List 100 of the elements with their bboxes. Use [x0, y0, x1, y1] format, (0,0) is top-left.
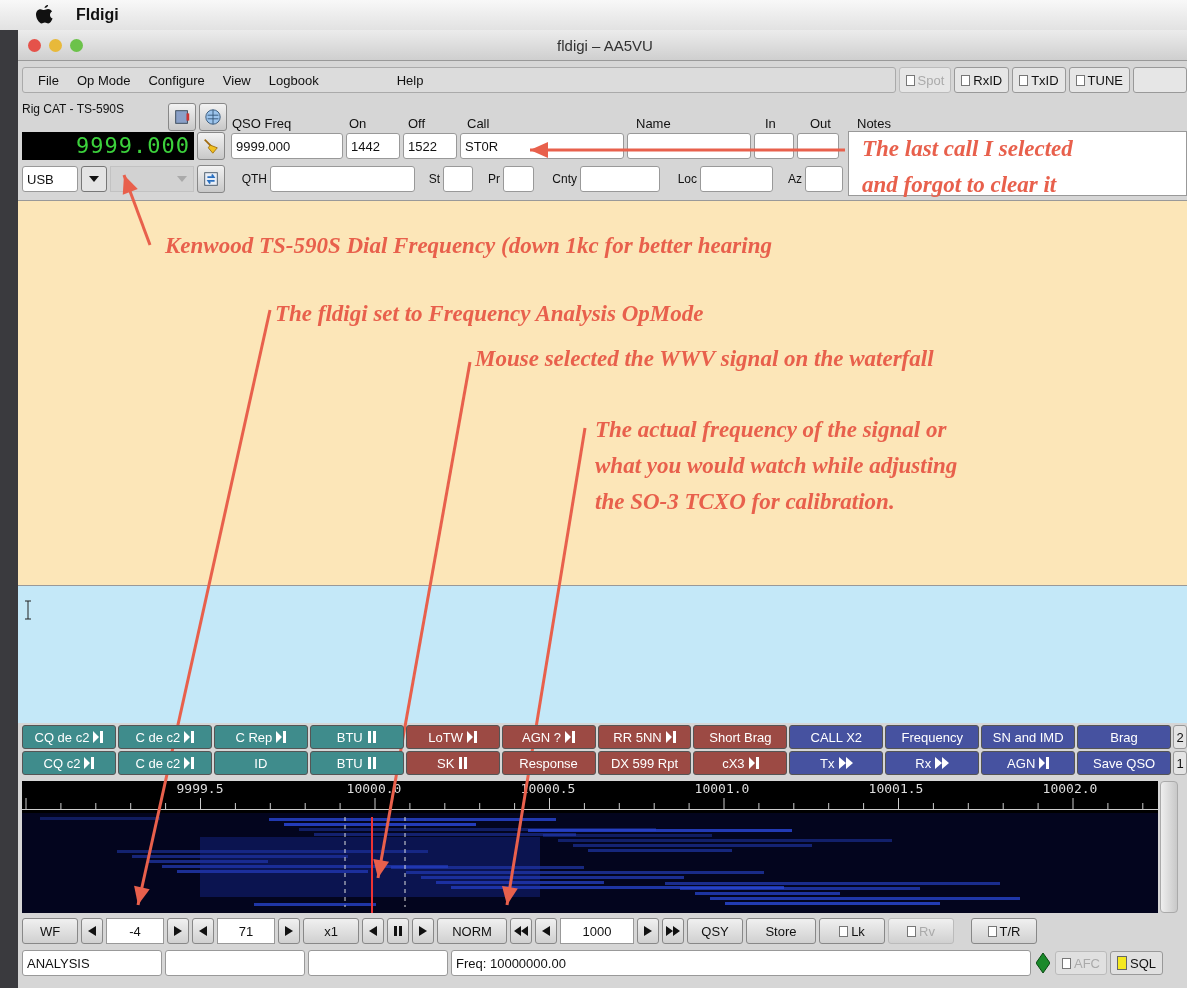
- menu-item[interactable]: File: [29, 72, 68, 88]
- check-button[interactable]: Lk: [819, 918, 885, 944]
- globe-icon[interactable]: [199, 103, 227, 131]
- macro-button[interactable]: 1: [1173, 751, 1187, 775]
- menu-item[interactable]: View: [213, 72, 260, 88]
- fast-forward-icon: [838, 757, 853, 769]
- double-arrow-button[interactable]: [510, 918, 532, 944]
- macro-button[interactable]: cX3: [693, 751, 788, 775]
- caret-icon: [89, 176, 99, 182]
- macro-button[interactable]: CALL X2: [789, 725, 884, 749]
- macro-button[interactable]: CQ de c2: [22, 725, 116, 749]
- notes-field[interactable]: [848, 131, 1187, 196]
- text-cursor-icon: [24, 600, 32, 620]
- macro-button[interactable]: SN and IMD: [981, 725, 1076, 749]
- arrow-button[interactable]: [167, 918, 189, 944]
- text-field[interactable]: [270, 166, 415, 192]
- scroll-bar[interactable]: [1160, 781, 1178, 913]
- text-field[interactable]: [443, 166, 473, 192]
- broom-icon[interactable]: [197, 132, 225, 160]
- menu-item[interactable]: Configure: [139, 72, 214, 88]
- macro-button[interactable]: Rx: [885, 751, 980, 775]
- field-label: St: [427, 172, 440, 186]
- check-button[interactable]: T/R: [971, 918, 1037, 944]
- sql-button[interactable]: SQL: [1110, 951, 1163, 975]
- double-arrow-button[interactable]: [662, 918, 684, 944]
- skip-icon: [565, 731, 576, 743]
- skip-icon: [184, 731, 195, 743]
- macro-button[interactable]: LoTW: [405, 725, 500, 749]
- arrow-button[interactable]: [192, 918, 214, 944]
- pause-icon: [458, 757, 469, 769]
- menu-item[interactable]: Logbook: [259, 72, 328, 88]
- left-triangle-icon: [88, 926, 96, 936]
- macro-button[interactable]: AGN ?: [501, 725, 596, 749]
- control-button[interactable]: NORM: [437, 918, 507, 944]
- zoom-button[interactable]: [70, 38, 83, 52]
- macro-button[interactable]: Short Brag: [693, 725, 788, 749]
- counter-field[interactable]: 71: [217, 918, 275, 944]
- control-button[interactable]: WF: [22, 918, 78, 944]
- apple-icon[interactable]: [34, 4, 54, 26]
- dropdown-button[interactable]: [81, 166, 107, 192]
- toolbar-slot: [1133, 67, 1187, 93]
- control-button[interactable]: QSY: [687, 918, 743, 944]
- receive-pane[interactable]: [18, 200, 1187, 585]
- macro-button[interactable]: AGN: [981, 751, 1076, 775]
- toggle-button[interactable]: TxID: [1012, 67, 1066, 93]
- scale-label: 10002.0: [1041, 781, 1099, 796]
- annotation-text: what you would watch while adjusting: [595, 452, 958, 480]
- pause-button[interactable]: [387, 918, 409, 944]
- macro-button[interactable]: C de c2: [117, 751, 212, 775]
- annotation-text: The actual frequency of the signal or: [595, 416, 948, 444]
- macro-button[interactable]: BTU: [309, 725, 404, 749]
- waterfall-drawing[interactable]: [22, 813, 1158, 913]
- text-field[interactable]: [700, 166, 773, 192]
- mode-field[interactable]: USB: [22, 166, 78, 192]
- macro-button[interactable]: Brag: [1077, 725, 1172, 749]
- arrow-button[interactable]: [278, 918, 300, 944]
- toggle-button[interactable]: TUNE: [1068, 67, 1130, 93]
- macro-button[interactable]: CQ c2: [22, 751, 116, 775]
- field-label: Out: [809, 116, 832, 131]
- control-button[interactable]: Store: [746, 918, 816, 944]
- arrow-button[interactable]: [81, 918, 103, 944]
- toggle-button[interactable]: RxID: [954, 67, 1010, 93]
- sync-icon[interactable]: [197, 165, 225, 193]
- text-field[interactable]: [503, 166, 534, 192]
- arrow-button[interactable]: [637, 918, 659, 944]
- skip-icon: [665, 731, 676, 743]
- macro-button[interactable]: Tx: [789, 751, 884, 775]
- field-label: Loc: [676, 172, 697, 186]
- field-label: Name: [635, 116, 672, 131]
- skip-icon: [1039, 757, 1050, 769]
- control-button[interactable]: x1: [303, 918, 359, 944]
- macro-button[interactable]: ID: [213, 751, 308, 775]
- arrow-button[interactable]: [412, 918, 434, 944]
- rig-icon[interactable]: [168, 103, 196, 131]
- macro-button[interactable]: C Rep: [213, 725, 308, 749]
- macro-button[interactable]: C de c2: [117, 725, 212, 749]
- close-button[interactable]: [28, 38, 41, 52]
- macro-button[interactable]: 2: [1173, 725, 1187, 749]
- text-field[interactable]: [805, 166, 843, 192]
- macro-button[interactable]: RR 5NN: [597, 725, 692, 749]
- arrow-button[interactable]: [535, 918, 557, 944]
- macro-button[interactable]: Save QSO: [1077, 751, 1172, 775]
- macro-button[interactable]: Response: [501, 751, 596, 775]
- counter-field[interactable]: -4: [106, 918, 164, 944]
- text-field[interactable]: 1522: [403, 133, 457, 159]
- counter-field[interactable]: 1000: [560, 918, 634, 944]
- annotation-text: the SO-3 TCXO for calibration.: [595, 488, 896, 516]
- pause-icon: [394, 926, 402, 936]
- text-field[interactable]: 9999.000: [231, 133, 343, 159]
- macro-button[interactable]: Frequency: [885, 725, 980, 749]
- text-field[interactable]: 1442: [346, 133, 400, 159]
- arrow-button[interactable]: [362, 918, 384, 944]
- app-name[interactable]: Fldigi: [76, 6, 119, 24]
- macro-button[interactable]: SK: [405, 751, 500, 775]
- text-field[interactable]: [580, 166, 660, 192]
- scale-label: 9999.5: [175, 781, 225, 796]
- macro-button[interactable]: DX 599 Rpt: [597, 751, 692, 775]
- menu-item[interactable]: Help: [387, 72, 433, 88]
- macro-button[interactable]: BTU: [309, 751, 404, 775]
- menu-item[interactable]: Op Mode: [67, 72, 140, 88]
